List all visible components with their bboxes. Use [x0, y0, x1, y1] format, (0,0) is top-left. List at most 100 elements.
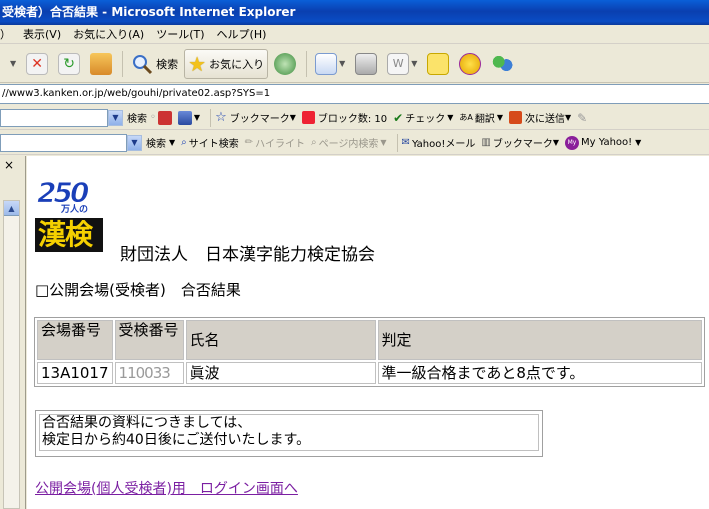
table-row: 13A1017 110033 眞波 準一級合格まであと8点です。 — [37, 362, 702, 384]
toolbar-grip-icon: ◦ — [150, 112, 156, 123]
toolbar-separator — [306, 50, 308, 77]
notice-line-2: 検定日から約40日後にご送付いたします。 — [42, 432, 311, 448]
note-icon — [427, 52, 450, 75]
page-search-button[interactable]: ⌕ ページ内検索 ▼ — [311, 135, 387, 150]
forward-dropdown[interactable]: ▼ — [6, 49, 20, 79]
mail-button[interactable]: ▼ — [311, 49, 349, 79]
send-arrow-icon — [509, 111, 523, 124]
cell-exam-number: 110033 — [114, 362, 184, 384]
toolbar2-search-button[interactable]: 検索 — [146, 135, 166, 150]
header-name: 氏名 — [185, 320, 376, 360]
cell-venue-number: 13A1017 — [37, 362, 113, 384]
spell-check-button[interactable]: ✔ チェック ▼ — [393, 110, 453, 126]
popup-blocker-icon — [301, 111, 315, 124]
send-to-button[interactable]: 次に送信 ▼ — [509, 110, 571, 125]
translate-icon: あA — [459, 113, 473, 122]
toolbar-feature-icon[interactable] — [177, 110, 192, 125]
table-header-row: 会場番号 受検番号 氏名 判定 — [37, 320, 702, 360]
toolbar2-search-input[interactable] — [0, 133, 127, 152]
page-search-icon: ⌕ — [310, 137, 317, 148]
yahoo-mail-button[interactable]: ✉ Yahoo!メール — [402, 135, 476, 150]
history-button[interactable] — [270, 49, 300, 79]
send-label: 次に送信 — [525, 114, 566, 125]
logo-kanji: 漢検 — [38, 218, 93, 251]
mail-icon — [315, 52, 338, 75]
logo-kanji-box: 漢検 — [35, 218, 103, 252]
translate-button[interactable]: あA 翻訳 ▼ — [459, 110, 503, 125]
toolbar-separator — [122, 50, 124, 77]
yahoo-messenger-button[interactable] — [455, 49, 485, 79]
highlight-button[interactable]: ✏ ハイライト — [245, 135, 305, 150]
discuss-button[interactable] — [423, 49, 453, 79]
stop-icon: ✕ — [26, 52, 49, 75]
my-yahoo-label: My Yahoo! — [581, 137, 633, 148]
header-result: 判定 — [377, 320, 702, 360]
yahoo-toolbar-1: ▼ 検索 ◦ ▼ ☆ ブックマーク ▼ ブロック数: 10 ✔ チェック ▼ あA … — [0, 106, 709, 130]
organization-name: 財団法人 日本漢字能力検定協会 — [120, 245, 375, 265]
page-title: □公開会場(受検者) 合否結果 — [35, 281, 241, 299]
bookmark-button[interactable]: ☆ ブックマーク ▼ — [215, 110, 296, 125]
stop-button[interactable]: ✕ — [22, 49, 52, 79]
popup-blocker-button[interactable]: ブロック数: 10 — [301, 110, 387, 125]
messenger-face-icon — [459, 52, 482, 75]
toolbar-search-button[interactable]: 検索 — [127, 110, 147, 125]
search-icon — [133, 54, 153, 74]
notice-line-1: 合否結果の資料につきましては、 — [42, 415, 252, 431]
bookmark2-button[interactable]: ▥ ブックマーク ▼ — [481, 135, 559, 150]
close-icon[interactable]: × — [4, 158, 14, 172]
check-label: チェック — [405, 114, 446, 125]
favorites-label: お気に入り — [209, 57, 265, 71]
highlight-label: ハイライト — [255, 139, 305, 150]
toolbar-search-input[interactable] — [0, 108, 108, 127]
word-icon: W — [387, 52, 410, 75]
search-button[interactable]: 検索 — [127, 49, 182, 79]
cell-name: 眞波 — [185, 362, 376, 384]
page-content: 250 万人の 漢検 財団法人 日本漢字能力検定協会 □公開会場(受検者) 合否… — [27, 156, 709, 509]
login-link[interactable]: 公開会場(個人受検者)用 ログイン画面へ — [35, 478, 298, 498]
result-table: 会場番号 受検番号 氏名 判定 13A1017 110033 眞波 準一級合格ま… — [34, 317, 705, 387]
history-icon — [274, 52, 297, 75]
address-field[interactable]: //www3.kanken.or.jp/web/gouhi/private02.… — [0, 84, 709, 104]
home-icon — [90, 52, 113, 75]
yahoo-logo-icon[interactable] — [157, 110, 172, 125]
pencil-icon[interactable]: ✎ — [577, 111, 587, 125]
notice-box: 合否結果の資料につきましては、 検定日から約40日後にご送付いたします。 — [35, 410, 543, 457]
highlighter-icon: ✏ — [244, 137, 254, 148]
chevron-down-icon[interactable]: ▼ — [169, 138, 175, 147]
standard-toolbar: ▼ ✕ ↻ 検索 ★ お気に入り ▼ W ▼ — [0, 45, 709, 83]
menu-item-help[interactable]: ヘルプ(H) — [217, 26, 267, 42]
toolbar-separator — [396, 133, 398, 152]
window-title-bar: 受検者）合否結果 - Microsoft Internet Explorer — [0, 0, 709, 25]
msn-messenger-button[interactable] — [487, 49, 517, 79]
refresh-button[interactable]: ↻ — [54, 49, 84, 79]
edit-button[interactable]: W ▼ — [383, 49, 421, 79]
menu-item-tools[interactable]: ツール(T) — [156, 26, 204, 42]
logo-badge: 250 万人の — [36, 176, 105, 216]
menu-item-view[interactable]: 表示(V) — [23, 26, 61, 42]
chevron-down-icon[interactable]: ▼ — [194, 113, 200, 122]
chevron-down-icon[interactable]: ▼ — [108, 109, 123, 126]
check-icon: ✔ — [393, 110, 404, 125]
bookmark2-label: ブックマーク — [492, 139, 553, 150]
menu-item-favorites[interactable]: お気に入り(A) — [73, 26, 144, 42]
explorer-bar: × ▲ — [0, 156, 26, 509]
site-search-button[interactable]: ⌕ サイト検索 — [181, 135, 239, 150]
menu-bar: ） 表示(V) お気に入り(A) ツール(T) ヘルプ(H) — [0, 25, 709, 44]
toolbar-separator — [210, 108, 212, 127]
window-title: 受検者）合否結果 - Microsoft Internet Explorer — [2, 5, 296, 19]
print-button[interactable] — [351, 49, 381, 79]
chevron-down-icon[interactable]: ▼ — [127, 134, 142, 151]
mail-label: Yahoo!メール — [411, 139, 476, 150]
my-yahoo-button[interactable]: My My Yahoo! ▼ — [565, 135, 641, 150]
favorites-button[interactable]: ★ お気に入り — [184, 48, 269, 79]
star-icon: ★ — [188, 51, 207, 76]
menu-item-file-tail[interactable]: ） — [0, 26, 11, 42]
scroll-up-icon[interactable]: ▲ — [4, 201, 19, 216]
star-outline-icon: ☆ — [215, 110, 227, 125]
home-button[interactable] — [86, 49, 116, 79]
header-exam-number: 受検番号 — [114, 320, 184, 360]
refresh-icon: ↻ — [58, 52, 81, 75]
explorer-bar-scrollbar[interactable]: ▲ — [3, 200, 20, 509]
kanken-logo: 250 万人の 漢検 — [35, 176, 105, 256]
bookmark-chart-icon: ▥ — [481, 137, 491, 148]
